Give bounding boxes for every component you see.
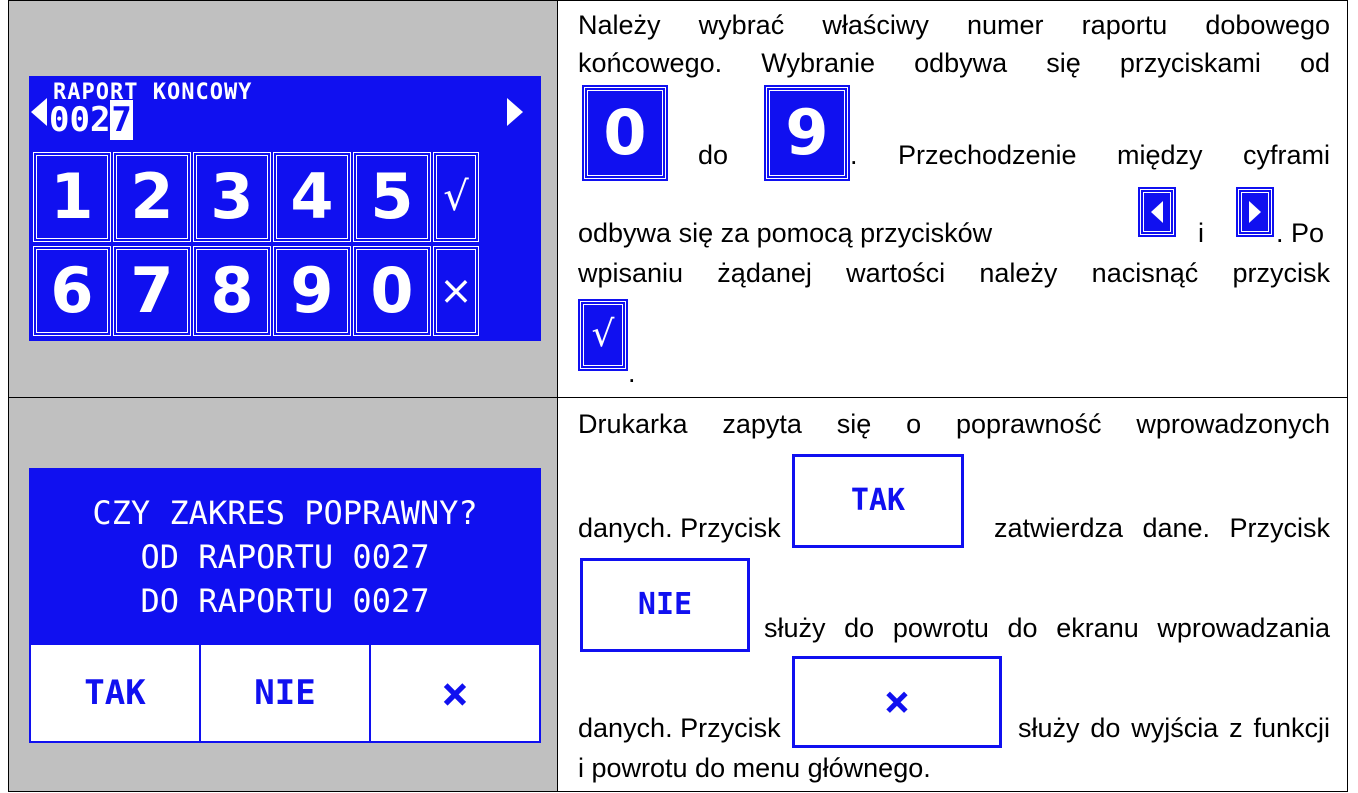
close-button[interactable]: × bbox=[369, 643, 541, 743]
key-1[interactable]: 1 bbox=[33, 152, 111, 242]
confirm-button-bar: TAK NIE × bbox=[29, 643, 541, 743]
text2-line1: Drukarka zapyta się o poprawność wprowad… bbox=[578, 409, 1330, 439]
key-6[interactable]: 6 bbox=[33, 246, 111, 336]
report-number-value: 0027 bbox=[49, 100, 133, 140]
left-arrow-key-icon bbox=[1138, 187, 1176, 237]
range-from: OD RAPORTU 0027 bbox=[140, 538, 430, 576]
text2-line2b: zatwierdza dane. Przycisk bbox=[994, 513, 1330, 543]
key-9-icon: 9 bbox=[764, 85, 850, 181]
key-9[interactable]: 9 bbox=[273, 246, 351, 336]
text2-line2a: danych. Przycisk bbox=[578, 513, 781, 543]
text1-do: do bbox=[698, 140, 729, 170]
lcd-confirm-range: CZY ZAKRES POPRAWNY? OD RAPORTU 0027 DO … bbox=[29, 468, 541, 743]
text1-po: . Po bbox=[1276, 218, 1325, 248]
text2-line3b: służy do powrotu do ekranu wprowadzania bbox=[764, 613, 1330, 643]
key-3[interactable]: 3 bbox=[193, 152, 271, 242]
right-arrow-key-icon bbox=[1236, 187, 1274, 237]
right-arrow-icon[interactable] bbox=[507, 98, 523, 126]
text1-line2: końcowego. Wybranie odbywa się przyciska… bbox=[578, 48, 1330, 78]
text2-line4b: służy do wyjścia z funkcji bbox=[1018, 713, 1330, 743]
key-0-icon: 0 bbox=[582, 85, 668, 181]
document-table: RAPORT KONCOWY 0027 1 2 3 4 5 √ 6 7 8 9 … bbox=[8, 0, 1348, 792]
cancel-key[interactable]: × bbox=[433, 246, 479, 336]
confirm-key[interactable]: √ bbox=[433, 152, 479, 242]
no-button-icon: NIE bbox=[580, 558, 750, 652]
screen1-cell: RAPORT KONCOWY 0027 1 2 3 4 5 √ 6 7 8 9 … bbox=[8, 0, 558, 398]
close-button-icon: × bbox=[792, 656, 1002, 748]
text1-cell: Należy wybrać właściwy numer raportu dob… bbox=[557, 0, 1348, 398]
digit-cursor: 7 bbox=[110, 100, 133, 140]
text1-and: i bbox=[1198, 218, 1204, 248]
key-7[interactable]: 7 bbox=[113, 246, 191, 336]
screen2-cell: CZY ZAKRES POPRAWNY? OD RAPORTU 0027 DO … bbox=[8, 397, 558, 792]
lcd-report-entry: RAPORT KONCOWY 0027 1 2 3 4 5 √ 6 7 8 9 … bbox=[29, 76, 541, 341]
text2-line4a: danych. Przycisk bbox=[578, 713, 781, 743]
key-4[interactable]: 4 bbox=[273, 152, 351, 242]
text1-line4: odbywa się za pomocą przycisków bbox=[578, 218, 993, 248]
text1-line3: . Przechodzenie między cyframi bbox=[850, 140, 1330, 170]
text1-paragraph: Należy wybrać właściwy numer raportu dob… bbox=[578, 1, 1330, 399]
confirm-question: CZY ZAKRES POPRAWNY? bbox=[92, 494, 478, 532]
yes-button[interactable]: TAK bbox=[29, 643, 201, 743]
text2-cell: Drukarka zapyta się o poprawność wprowad… bbox=[557, 397, 1348, 792]
key-8[interactable]: 8 bbox=[193, 246, 271, 336]
confirm-key-icon: √ bbox=[578, 299, 628, 371]
yes-button-icon: TAK bbox=[792, 454, 964, 548]
text2-paragraph: Drukarka zapyta się o poprawność wprowad… bbox=[578, 398, 1330, 793]
left-arrow-icon[interactable] bbox=[31, 98, 47, 126]
no-button[interactable]: NIE bbox=[199, 643, 371, 743]
text1-end: . bbox=[628, 358, 636, 388]
text1-line5: wpisaniu żądanej wartości należy nacisną… bbox=[578, 258, 1330, 288]
text1-line1: Należy wybrać właściwy numer raportu dob… bbox=[578, 10, 1330, 40]
key-2[interactable]: 2 bbox=[113, 152, 191, 242]
key-0[interactable]: 0 bbox=[353, 246, 431, 336]
key-5[interactable]: 5 bbox=[353, 152, 431, 242]
text2-line5: i powrotu do menu głównego. bbox=[578, 753, 931, 783]
range-to: DO RAPORTU 0027 bbox=[140, 582, 430, 620]
